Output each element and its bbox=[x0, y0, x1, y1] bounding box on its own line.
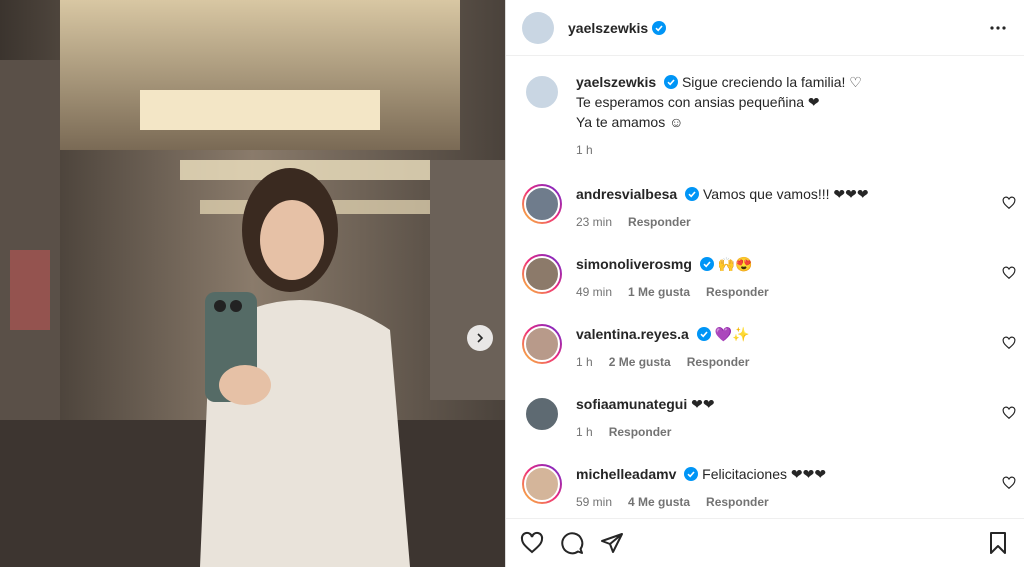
chevron-right-icon bbox=[477, 333, 484, 343]
comment-time: 1 h bbox=[576, 355, 593, 369]
next-photo-button[interactable] bbox=[467, 325, 493, 351]
comment-likes[interactable]: 1 Me gusta bbox=[628, 282, 690, 302]
caption-text-3: Ya te amamos ☺ bbox=[576, 114, 684, 130]
more-icon[interactable] bbox=[988, 18, 1008, 38]
verified-badge-icon bbox=[699, 257, 714, 271]
comment-text: 💜✨ bbox=[714, 326, 750, 342]
comments-scroll[interactable]: yaelszewkis Sigue creciendo la familia! … bbox=[506, 56, 1024, 519]
comment-text: Felicitaciones ❤❤❤ bbox=[702, 466, 827, 482]
comment-text: ❤❤ bbox=[691, 396, 715, 412]
verified-badge-icon bbox=[652, 20, 667, 35]
comment-username[interactable]: simonoliverosmg bbox=[576, 256, 692, 272]
comment-like-heart-icon[interactable] bbox=[1002, 266, 1016, 280]
reply-button[interactable]: Responder bbox=[628, 212, 691, 232]
comment-username[interactable]: valentina.reyes.a bbox=[576, 326, 689, 342]
comment-like-heart-icon[interactable] bbox=[1002, 476, 1016, 490]
comment-row: andresvialbesa Vamos que vamos!!! ❤❤❤ 23… bbox=[506, 184, 1024, 232]
comment-avatar[interactable] bbox=[522, 184, 562, 224]
reply-button[interactable]: Responder bbox=[706, 492, 769, 512]
reply-button[interactable]: Responder bbox=[687, 352, 750, 372]
comment-avatar[interactable] bbox=[522, 394, 562, 434]
caption-text-2: Te esperamos con ansias pequeñina ❤ bbox=[576, 94, 820, 110]
comment-avatar[interactable] bbox=[522, 464, 562, 504]
comment-username[interactable]: sofiaamunategui bbox=[576, 396, 687, 412]
comment-like-heart-icon[interactable] bbox=[1002, 336, 1016, 350]
share-icon[interactable] bbox=[600, 531, 624, 555]
comment-like-heart-icon[interactable] bbox=[1002, 196, 1016, 210]
caption-avatar[interactable] bbox=[522, 72, 562, 112]
reply-button[interactable]: Responder bbox=[706, 282, 769, 302]
comment-avatar[interactable] bbox=[522, 324, 562, 364]
comment-text: 🙌😍 bbox=[717, 256, 753, 272]
comment-avatar[interactable] bbox=[522, 254, 562, 294]
caption-text-1: Sigue creciendo la familia! ♡ bbox=[681, 74, 862, 90]
comment-like-heart-icon[interactable] bbox=[1002, 406, 1016, 420]
comment-time: 49 min bbox=[576, 285, 613, 299]
post-actions-bar bbox=[506, 518, 1024, 567]
comment-time: 59 min bbox=[576, 495, 613, 509]
caption-username[interactable]: yaelszewkis bbox=[576, 74, 656, 90]
bookmark-icon[interactable] bbox=[986, 531, 1010, 555]
comment-row: michelleadamv Felicitaciones ❤❤❤ 59 min … bbox=[506, 464, 1024, 512]
comment-row: valentina.reyes.a 💜✨ 1 h 2 Me gusta Resp… bbox=[506, 324, 1024, 372]
comment-icon[interactable] bbox=[560, 531, 584, 555]
post-time: 1 h bbox=[576, 143, 593, 157]
verified-badge-icon bbox=[685, 187, 700, 201]
comment-username[interactable]: andresvialbesa bbox=[576, 186, 677, 202]
post-details-panel: yaelszewkis yaelszewkis Sigue creciendo … bbox=[505, 0, 1024, 567]
caption: yaelszewkis Sigue creciendo la familia! … bbox=[506, 72, 1024, 160]
author-avatar[interactable] bbox=[522, 11, 554, 44]
reply-button[interactable]: Responder bbox=[609, 422, 672, 442]
heart-icon[interactable] bbox=[520, 531, 544, 555]
comment-time: 1 h bbox=[576, 425, 593, 439]
comment-likes[interactable]: 2 Me gusta bbox=[609, 352, 671, 372]
author-username[interactable]: yaelszewkis bbox=[568, 20, 648, 36]
comment-row: sofiaamunategui ❤❤ 1 h Responder bbox=[506, 394, 1024, 442]
comment-row: simonoliverosmg 🙌😍 49 min 1 Me gusta Res… bbox=[506, 254, 1024, 302]
post-header: yaelszewkis bbox=[506, 0, 1024, 56]
comment-username[interactable]: michelleadamv bbox=[576, 466, 676, 482]
comment-time: 23 min bbox=[576, 215, 613, 229]
verified-badge-icon bbox=[696, 327, 711, 341]
verified-badge-icon bbox=[684, 467, 699, 481]
verified-badge-icon bbox=[664, 75, 679, 89]
comment-text: Vamos que vamos!!! ❤❤❤ bbox=[702, 186, 869, 202]
elevator-selfie-image bbox=[0, 0, 505, 567]
post-photo[interactable] bbox=[0, 0, 505, 567]
comment-likes[interactable]: 4 Me gusta bbox=[628, 492, 690, 512]
